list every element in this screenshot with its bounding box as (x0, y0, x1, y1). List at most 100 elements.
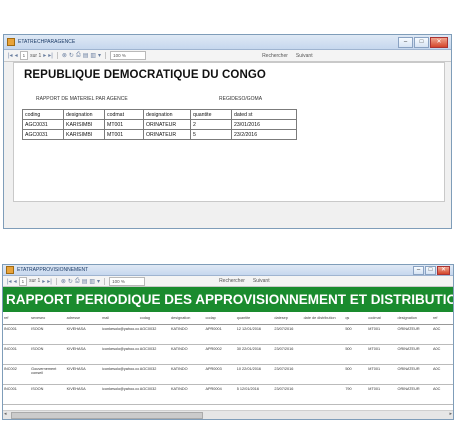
column-header: coding (22, 109, 64, 120)
page-total: sur 1 (30, 52, 42, 59)
cell: ORINATEUR (396, 384, 432, 405)
horizontal-scrollbar[interactable]: ◂ ▸ (3, 410, 453, 419)
window-2-titlebar[interactable]: ETATRAPPROVISIONNEMENT – □ ✕ (3, 265, 453, 276)
first-page-icon[interactable]: |◂ (7, 278, 12, 285)
next-page-icon[interactable]: ▸ (42, 278, 45, 285)
cell: INC001 (3, 324, 31, 345)
cell: AGC0032 (138, 384, 170, 405)
cell: KIVEHASA (65, 384, 102, 405)
cell: ORINATEUR (396, 344, 432, 365)
print-icon[interactable]: ⎙ (76, 52, 81, 59)
cell: AGC0031 (22, 129, 64, 140)
window-1-titlebar[interactable]: ETATRECHPARAGENCE – □ ✕ (4, 35, 451, 50)
page-setup-icon[interactable]: ▥ (90, 52, 96, 59)
cell: KATINDO (170, 324, 205, 345)
cell: 10 22/01/2016 (235, 364, 274, 385)
cell: AGC0032 (138, 324, 170, 345)
find-next-link[interactable]: Suivant (296, 53, 313, 59)
column-header: designation (170, 312, 205, 325)
report-heading: REPUBLIQUE DEMOCRATIQUE DU CONGO (24, 69, 266, 81)
column-header: designation (396, 312, 432, 325)
cell: KATINDO (170, 384, 205, 405)
prev-page-icon[interactable]: ◂ (14, 278, 17, 285)
cell: KIVEHASA (65, 344, 102, 365)
maximize-button[interactable]: □ (425, 266, 436, 275)
cell: 500 (344, 364, 368, 385)
cell: APR0004 (204, 384, 236, 405)
export-icon[interactable]: ▾ (98, 52, 101, 59)
find-link[interactable]: Rechercher (262, 53, 288, 59)
separator (55, 277, 57, 285)
cell: INC001 (3, 344, 31, 365)
export-icon[interactable]: ▾ (97, 278, 100, 285)
cell: ORINATEUR (396, 324, 432, 345)
prev-page-icon[interactable]: ◂ (15, 52, 18, 59)
page-number-input[interactable]: 1 (19, 51, 29, 60)
separator (104, 277, 106, 285)
cell: INC001 (3, 384, 31, 405)
report-window-2: ETATRAPPROVISIONNEMENT – □ ✕ |◂ ◂ 1 sur … (2, 264, 454, 420)
next-page-icon[interactable]: ▸ (43, 52, 46, 59)
cell: A0C (431, 344, 453, 365)
cell: 5 12/01/2016 (235, 384, 274, 405)
table-row: INC001 ISOON KIVEHASA iconkesolo@yahoo.c… (3, 384, 453, 405)
window-1-title: ETATRECHPARAGENCE (18, 39, 76, 45)
cell: MT001 (104, 129, 144, 140)
maximize-button[interactable]: □ (414, 37, 429, 48)
report-subtitle: RAPPORT DE MATERIEL PAR AGENCE (36, 96, 128, 102)
cell: 500 (344, 344, 368, 365)
cell: 23/07/2016 (273, 324, 303, 345)
minimize-button[interactable]: – (398, 37, 413, 48)
refresh-icon[interactable]: ↻ (69, 52, 74, 59)
stop-icon[interactable]: ⊗ (62, 52, 67, 59)
table-row: AGC0031 KARISIMBI MT001 ORINATEUR 5 23/2… (22, 129, 297, 140)
cell: APR0003 (204, 364, 236, 385)
cell: MT001 (367, 344, 397, 365)
cell: 790 (344, 384, 368, 405)
cell: Gouvernement conseil (30, 364, 66, 385)
refresh-icon[interactable]: ↻ (68, 278, 73, 285)
find-link[interactable]: Rechercher (219, 278, 245, 284)
zoom-select[interactable]: 100 % (110, 51, 147, 60)
minimize-button[interactable]: – (413, 266, 424, 275)
column-header: quantite (190, 109, 232, 120)
close-button[interactable]: ✕ (430, 37, 448, 48)
page-setup-icon[interactable]: ▥ (89, 278, 95, 285)
cell: MT001 (367, 324, 397, 345)
window-2-title: ETATRAPPROVISIONNEMENT (17, 267, 89, 273)
layout-icon[interactable]: ▤ (83, 52, 89, 59)
find-next-link[interactable]: Suivant (253, 278, 270, 284)
cell (302, 384, 345, 405)
last-page-icon[interactable]: ▸| (48, 52, 53, 59)
column-header: codap (204, 312, 236, 325)
column-header: adresse (65, 312, 102, 325)
table-row: INC001 ISOON KIVEHASA iconkesolo@yahoo.c… (3, 324, 453, 345)
cell: MT001 (367, 384, 397, 405)
close-button[interactable]: ✕ (437, 266, 450, 275)
column-header: designation (63, 109, 105, 120)
material-table: coding designation codmat designation qu… (22, 109, 297, 140)
scroll-left-icon[interactable]: ◂ (4, 411, 7, 417)
last-page-icon[interactable]: ▸| (47, 278, 52, 285)
zoom-select[interactable]: 100 % (109, 276, 146, 286)
stop-icon[interactable]: ⊗ (61, 278, 66, 285)
cell: KARISIMBI (63, 119, 105, 130)
cell: ORINATEUR (143, 129, 191, 140)
cell: AGC0031 (22, 119, 64, 130)
print-icon[interactable]: ⎙ (75, 278, 80, 285)
layout-icon[interactable]: ▤ (82, 278, 88, 285)
column-header: qs (344, 312, 368, 325)
scroll-right-icon[interactable]: ▸ (449, 411, 452, 417)
cell: AGC0032 (138, 344, 170, 365)
cell: A0C (431, 384, 453, 405)
scroll-thumb[interactable] (11, 412, 203, 419)
cell (302, 344, 345, 365)
report-toolbar-2: |◂ ◂ 1 sur 1 ▸ ▸| ⊗ ↻ ⎙ ▤ ▥ ▾ 100 % Rech… (3, 276, 453, 287)
separator (56, 52, 58, 59)
column-header: mail (101, 312, 139, 325)
page-number-input[interactable]: 1 (18, 276, 28, 286)
column-header: codag (138, 312, 170, 325)
cell: 2 (190, 119, 232, 130)
cell: 500 (344, 324, 368, 345)
first-page-icon[interactable]: |◂ (8, 52, 13, 59)
